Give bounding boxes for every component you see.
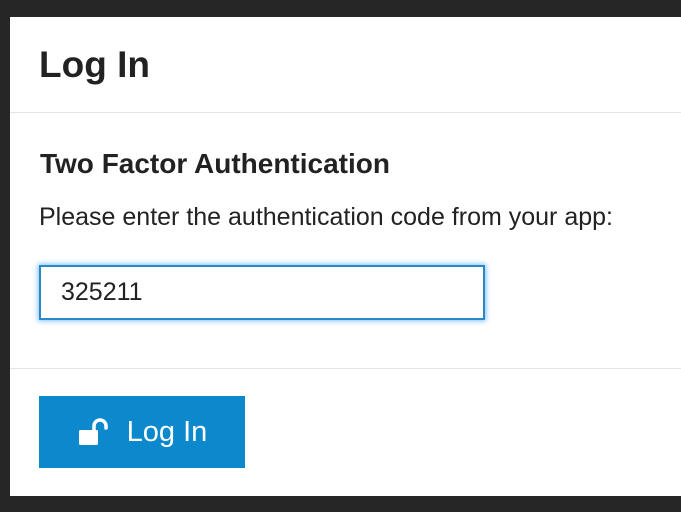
unlock-icon xyxy=(77,418,109,446)
instructions-text: Please enter the authentication code fro… xyxy=(39,203,613,231)
log-in-button-label: Log In xyxy=(126,416,208,448)
login-dialog: Log In Two Factor Authentication Please … xyxy=(10,17,681,496)
authentication-code-input[interactable] xyxy=(39,265,485,320)
dialog-header: Log In xyxy=(10,17,681,113)
dialog-footer: Log In xyxy=(10,369,681,496)
dialog-body: Two Factor Authentication Please enter t… xyxy=(10,113,681,369)
two-factor-heading: Two Factor Authentication xyxy=(40,148,390,179)
log-in-button[interactable]: Log In xyxy=(39,396,245,468)
dialog-title: Log In xyxy=(39,44,150,85)
